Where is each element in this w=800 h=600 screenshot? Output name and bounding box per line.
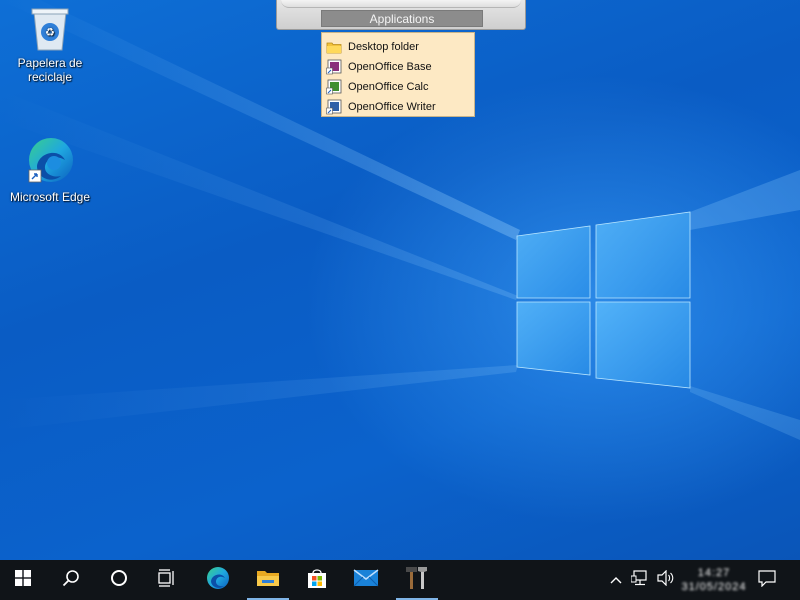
task-view-icon xyxy=(157,568,177,592)
file-explorer-button[interactable] xyxy=(245,560,291,600)
taskbar-clock[interactable]: 14:27 31/05/2024 xyxy=(681,560,747,600)
tools-button[interactable] xyxy=(394,560,440,600)
menu-item-openoffice-writer[interactable]: OpenOffice Writer xyxy=(322,97,474,117)
desktop-icon-microsoft-edge[interactable]: Microsoft Edge xyxy=(8,136,92,204)
clock-time: 14:27 xyxy=(697,567,731,579)
menu-item-openoffice-base[interactable]: OpenOffice Base xyxy=(322,57,474,77)
openoffice-writer-icon xyxy=(326,99,342,115)
desktop-icon-label: Microsoft Edge xyxy=(9,190,91,204)
applications-menu: Desktop folder OpenOffice Base OpenOffic… xyxy=(321,32,475,117)
edge-taskbar-button[interactable] xyxy=(195,560,241,600)
applications-launcher-bar: Applications xyxy=(276,0,526,30)
edge-icon xyxy=(25,136,75,186)
recycle-bin-icon: ♻ xyxy=(28,6,72,52)
edge-icon xyxy=(206,566,230,595)
volume-icon xyxy=(657,569,675,591)
openoffice-base-icon xyxy=(326,59,342,75)
windows-logo-icon xyxy=(15,569,31,591)
task-view-button[interactable] xyxy=(144,560,190,600)
menu-item-openoffice-calc[interactable]: OpenOffice Calc xyxy=(322,77,474,97)
menu-item-label: Desktop folder xyxy=(348,41,419,53)
search-icon xyxy=(62,569,80,592)
menu-item-label: OpenOffice Calc xyxy=(348,81,429,93)
cortana-button[interactable] xyxy=(96,560,142,600)
start-button[interactable] xyxy=(0,560,46,600)
circle-icon xyxy=(110,569,128,592)
folder-icon xyxy=(326,39,342,55)
chevron-up-icon xyxy=(610,571,622,589)
applications-button[interactable]: Applications xyxy=(321,10,483,27)
desktop-icon-recycle-bin[interactable]: ♻ Papelera de reciclaje xyxy=(8,6,92,84)
network-icon xyxy=(630,569,649,591)
taskbar: 14:27 31/05/2024 xyxy=(0,560,800,600)
clock-date: 31/05/2024 xyxy=(681,581,747,593)
store-button[interactable] xyxy=(294,560,340,600)
store-icon xyxy=(306,567,328,594)
menu-item-desktop-folder[interactable]: Desktop folder xyxy=(322,37,474,57)
action-center-button[interactable] xyxy=(752,560,782,600)
show-hidden-icons-button[interactable] xyxy=(606,560,626,600)
openoffice-calc-icon xyxy=(326,79,342,95)
menu-item-label: OpenOffice Base xyxy=(348,61,432,73)
menu-item-label: OpenOffice Writer xyxy=(348,101,436,113)
volume-tray-button[interactable] xyxy=(654,560,678,600)
launcher-bevel xyxy=(281,0,521,8)
tools-icon xyxy=(405,566,429,595)
mail-icon xyxy=(353,568,379,593)
mail-button[interactable] xyxy=(343,560,389,600)
desktop-icon-label: Papelera de reciclaje xyxy=(17,56,83,84)
folder-icon xyxy=(256,568,280,593)
notification-icon xyxy=(758,569,776,592)
svg-text:♻: ♻ xyxy=(45,26,55,39)
network-tray-button[interactable] xyxy=(628,560,652,600)
search-button[interactable] xyxy=(48,560,94,600)
